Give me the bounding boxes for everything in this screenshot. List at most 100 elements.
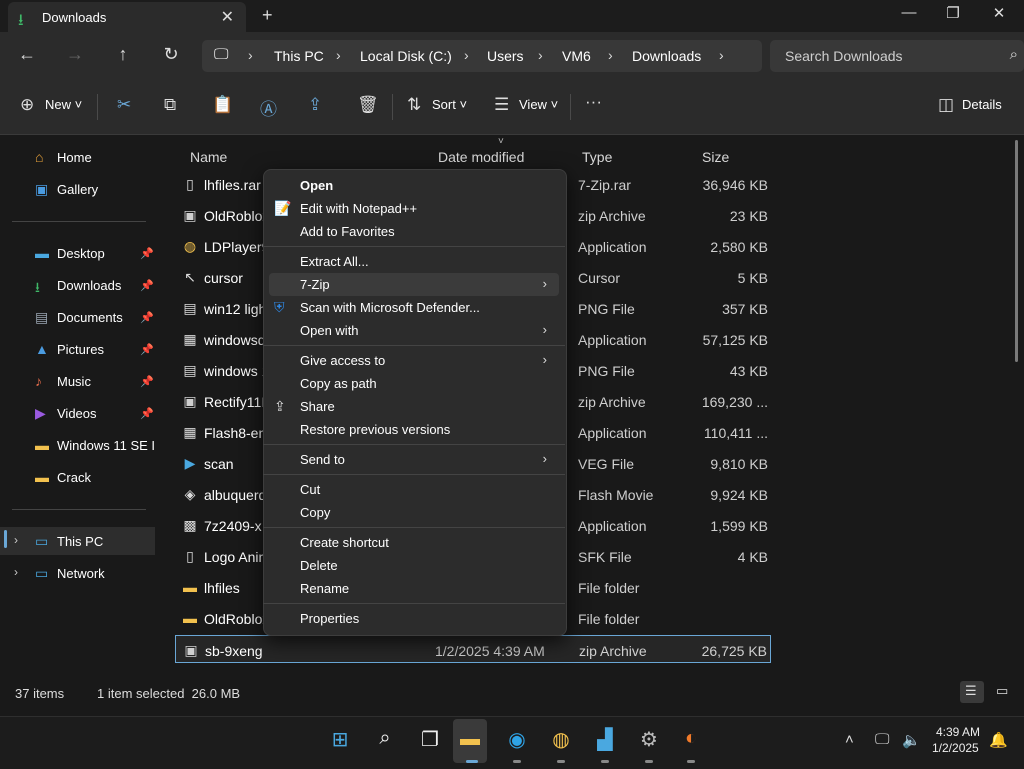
breadcrumb-local-disk[interactable]: Local Disk (C:) [360,48,452,64]
menu-item-7-zip[interactable]: 7-Zip › [269,273,559,296]
windows-logo-icon: ⊞ [331,729,349,751]
menu-item-extract-all[interactable]: Extract All... [269,250,559,273]
ldplayer-app[interactable]: ◍ [544,727,578,757]
refresh-button[interactable]: ↻ [159,44,183,65]
menu-item-copy-as-path[interactable]: Copy as path [269,372,559,395]
sidebar-item-crack[interactable]: ▬ Crack [0,463,155,491]
file-size: 36,946 KB [702,177,768,193]
menu-item-restore-previous-versions[interactable]: Restore previous versions [269,418,559,441]
menu-item-label: Edit with Notepad++ [300,201,418,216]
address-bar[interactable]: 🖵 › This PC › Local Disk (C:) › Users › … [202,40,762,72]
tiles-view-icon[interactable]: ▭ [996,683,1008,699]
column-header-type[interactable]: Type [582,149,612,165]
menu-item-edit-with-notepad[interactable]: 📝 Edit with Notepad++ [269,197,559,220]
minimize-button[interactable]: — [894,4,924,21]
column-header-date[interactable]: Date modified [438,149,524,165]
forward-button[interactable]: → [63,44,87,65]
delete-icon[interactable]: 🗑 [357,95,379,115]
new-button[interactable]: New ˅ [45,97,82,112]
file-type: Application [578,518,647,534]
column-header-size[interactable]: Size [702,149,729,165]
file-row[interactable]: ▣ sb-9xeng 1/2/2025 4:39 AM zip Archive 26,7… [175,635,771,663]
sidebar-item-videos[interactable]: ▶ Videos 📌 [0,399,155,427]
menu-item-share[interactable]: ⇪ Share [269,395,559,418]
task-view-button[interactable]: ❐ [413,727,447,757]
file-explorer-app[interactable]: ▬ [453,719,487,763]
share-icon[interactable]: ⇪ [308,95,322,115]
menu-item-rename[interactable]: Rename [269,577,559,600]
clock-time[interactable]: 4:39 AM [936,725,980,739]
zip-file-icon: ▣ [183,393,197,409]
menu-item-open[interactable]: Open [269,174,559,197]
breadcrumb-this-pc[interactable]: This PC [274,48,324,64]
file-type: zip Archive [578,394,646,410]
cut-icon[interactable]: ✂ [117,95,131,115]
search-box[interactable]: Search Downloads ⌕ [770,40,1024,72]
more-options-icon[interactable]: ··· [585,92,602,112]
edge-app[interactable]: ◉ [500,727,534,757]
sidebar-item-windows-11-se-ins[interactable]: ▬ Windows 11 SE Ins [0,431,155,459]
chevron-up-icon[interactable]: ˄ [845,731,854,748]
breadcrumb-users[interactable]: Users [487,48,524,64]
menu-item-give-access-to[interactable]: Give access to › [269,349,559,372]
sidebar-item-desktop[interactable]: ▬ Desktop 📌 [0,239,155,267]
music-icon: ♪ [35,373,42,389]
taskmanager-app[interactable]: ▟ [588,727,622,757]
sort-button[interactable]: Sort ˅ [432,97,467,112]
active-app-indicator [466,760,478,763]
menu-item-open-with[interactable]: Open with › [269,319,559,342]
menu-item-create-shortcut[interactable]: Create shortcut [269,531,559,554]
up-button[interactable]: ↑ [111,44,135,65]
menu-item-add-to-favorites[interactable]: Add to Favorites [269,220,559,243]
breadcrumb-vm6[interactable]: VM6 [562,48,591,64]
maximize-button[interactable]: ❐ [938,4,968,22]
menu-item-cut[interactable]: Cut [269,478,559,501]
file-type: PNG File [578,301,635,317]
close-window-button[interactable]: ✕ [984,4,1014,22]
menu-item-properties[interactable]: Properties [269,607,559,630]
download-icon: ⭳ [35,279,40,295]
veg-file-icon: ▶ [184,455,196,471]
notification-bell-icon[interactable]: 🔔 [989,731,1008,749]
expand-chevron-icon[interactable]: › [14,565,18,579]
sidebar-item-pictures[interactable]: ▲ Pictures 📌 [0,335,155,363]
column-header-name[interactable]: Name [190,149,227,165]
scrollbar[interactable] [1015,140,1018,362]
breadcrumb-downloads[interactable]: Downloads [632,48,701,64]
copy-icon[interactable]: ⧉ [164,95,176,115]
clock-date[interactable]: 1/2/2025 [932,741,979,755]
search-button[interactable]: ⌕ [368,727,402,757]
running-indicator [513,760,521,763]
file-name: win12 ligh [204,301,267,317]
sidebar-item-this-pc[interactable]: › ▭ This PC [0,527,155,555]
file-type: zip Archive [578,208,646,224]
firefox-app[interactable]: ◐ [674,727,708,757]
file-name: windowsd [204,332,266,348]
sidebar-item-downloads[interactable]: ⭳ Downloads 📌 [0,271,155,299]
menu-item-scan-with-microsoft-defender[interactable]: ⛨ Scan with Microsoft Defender... [269,296,559,319]
paste-icon[interactable]: 📋 [212,95,233,115]
view-button[interactable]: View ˅ [519,97,558,112]
menu-item-copy[interactable]: Copy [269,501,559,524]
sidebar-item-home[interactable]: ⌂ Home [0,143,155,171]
sidebar-item-music[interactable]: ♪ Music 📌 [0,367,155,395]
menu-item-send-to[interactable]: Send to › [269,448,559,471]
sidebar-item-documents[interactable]: ▤ Documents 📌 [0,303,155,331]
start-button[interactable]: ⊞ [323,727,357,757]
tab-downloads[interactable]: ⭳ Downloads ✕ [8,2,246,32]
new-tab-button[interactable]: + [262,5,273,26]
back-button[interactable]: ← [15,44,39,65]
sidebar-item-network[interactable]: › ▭ Network [0,559,155,587]
settings-app[interactable]: ⚙ [632,727,666,757]
rename-icon[interactable]: Ⓐ [260,95,277,120]
expand-chevron-icon[interactable]: › [14,533,18,547]
menu-item-delete[interactable]: Delete [269,554,559,577]
volume-icon[interactable]: 🔈 [902,731,921,749]
file-type: 7-Zip.rar [578,177,631,193]
close-tab-icon[interactable]: ✕ [221,7,234,27]
details-button[interactable]: Details [962,97,1002,112]
network-status-icon[interactable]: 🖵 [875,731,889,748]
sidebar-item-gallery[interactable]: ▣ Gallery [0,175,155,203]
sidebar-item-label: Network [57,566,105,581]
details-view-toggle[interactable]: ☰ [960,681,984,703]
